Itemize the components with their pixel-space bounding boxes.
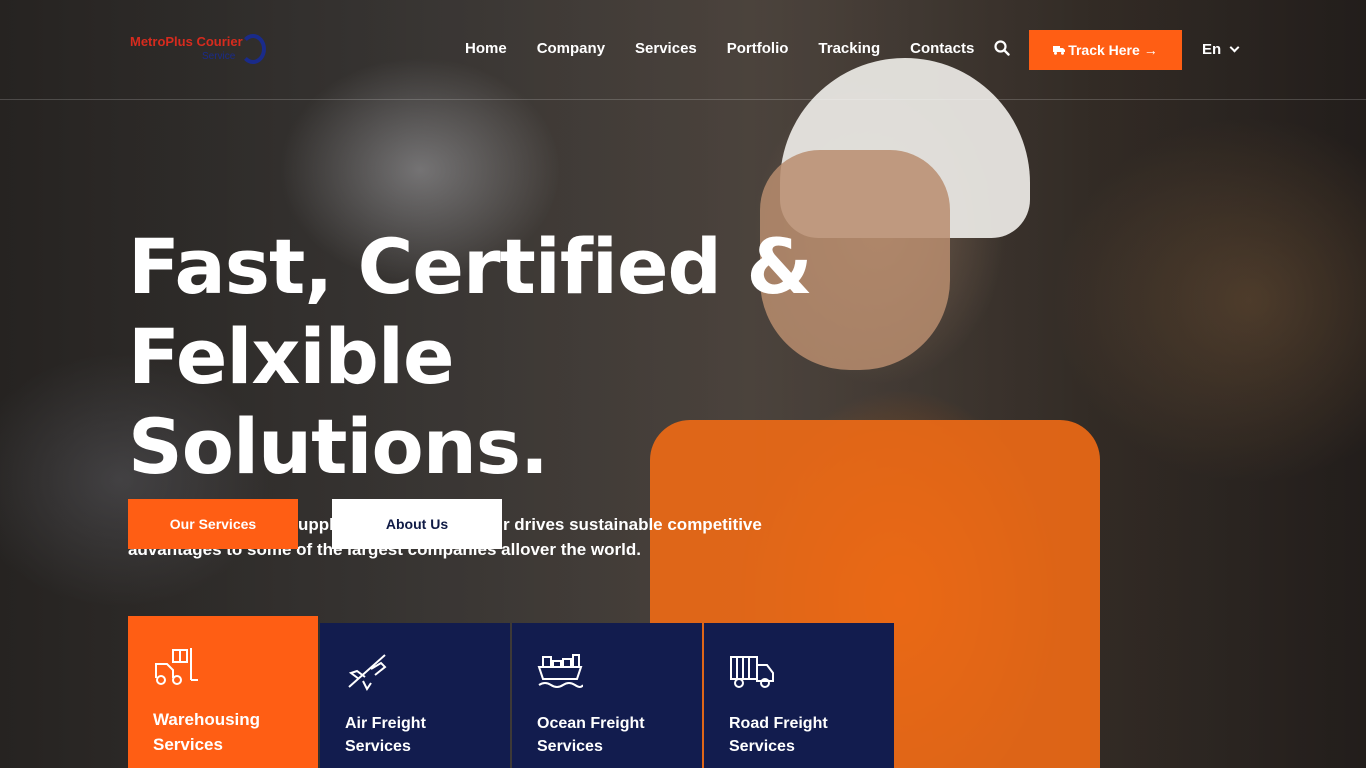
nav-item-contacts[interactable]: Contacts <box>910 40 974 57</box>
truck-icon <box>730 656 774 688</box>
brand-subtitle: Service <box>202 51 236 62</box>
language-selector[interactable]: En <box>1202 41 1240 58</box>
service-card-title-line-1: Warehousing <box>153 710 261 729</box>
chevron-down-icon <box>1229 42 1240 53</box>
nav-item-home[interactable]: Home <box>465 40 507 57</box>
brand-logo[interactable]: MetroPlus Courier Service <box>130 34 270 68</box>
service-card-title-line-2: Services <box>345 738 411 755</box>
airplane-icon <box>348 654 387 691</box>
nav-item-portfolio[interactable]: Portfolio <box>727 40 789 57</box>
service-card-road-freight[interactable]: Road Freight Services <box>704 623 894 768</box>
hero-actions: Our Services About Us <box>128 499 502 549</box>
service-card-air-freight[interactable]: Air Freight Services <box>320 623 510 768</box>
service-card-warehousing[interactable]: Warehousing Services <box>128 616 318 768</box>
hero-title: Fast, Certified & Felxible Solutions. <box>128 222 888 492</box>
language-label: En <box>1202 41 1222 58</box>
service-card-title-line-2: Services <box>729 738 795 755</box>
service-card-title-line-1: Ocean Freight <box>537 715 645 732</box>
service-card-title-line-2: Services <box>153 735 223 754</box>
service-card-title-line-2: Services <box>537 738 603 755</box>
site-header: MetroPlus Courier Service Home Company S… <box>0 0 1366 100</box>
nav-item-tracking[interactable]: Tracking <box>818 40 880 57</box>
arrow-right-icon: → <box>1143 42 1158 58</box>
track-here-label: Track Here <box>1068 42 1140 58</box>
forklift-icon <box>155 648 198 685</box>
service-card-title: Ocean Freight Services <box>537 712 667 758</box>
service-card-title: Road Freight Services <box>729 712 859 758</box>
main-nav: Home Company Services Portfolio Tracking… <box>465 40 1004 57</box>
our-services-button[interactable]: Our Services <box>128 499 298 549</box>
hero-content: Fast, Certified & Felxible Solutions. Th… <box>128 222 888 562</box>
service-card-title: Air Freight Services <box>345 712 475 758</box>
service-card-title: Warehousing Services <box>153 707 283 757</box>
service-card-ocean-freight[interactable]: Ocean Freight Services <box>512 623 702 768</box>
hero-title-line-2: Felxible Solutions. <box>128 312 549 491</box>
ship-icon <box>537 654 584 688</box>
service-card-title-line-1: Air Freight <box>345 715 426 732</box>
hero-title-line-1: Fast, Certified & <box>128 222 813 311</box>
nav-item-services[interactable]: Services <box>635 40 697 57</box>
truck-icon <box>1053 46 1066 55</box>
track-here-button[interactable]: Track Here → <box>1029 30 1182 70</box>
service-card-title-line-1: Road Freight <box>729 715 828 732</box>
search-icon[interactable] <box>994 40 1010 56</box>
nav-item-company[interactable]: Company <box>537 40 605 57</box>
service-cards: Warehousing Services Air Freight Service… <box>128 616 896 768</box>
logo-mark-icon <box>240 34 266 64</box>
about-us-button[interactable]: About Us <box>332 499 502 549</box>
